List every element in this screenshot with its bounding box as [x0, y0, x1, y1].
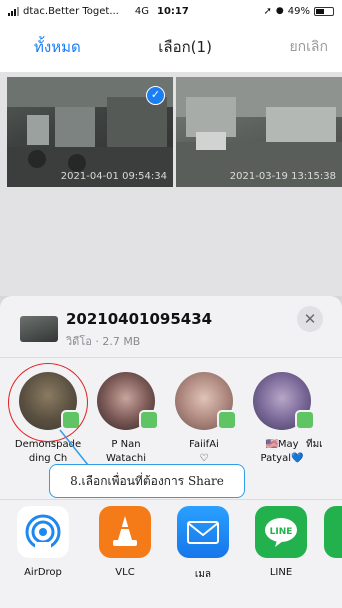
app-label: เมล	[194, 569, 212, 580]
annotation-callout: 8.เลือกเพื่อนที่ต้องการ Share	[49, 464, 245, 498]
airdrop-icon	[17, 506, 69, 558]
app-label: AirDrop	[24, 567, 62, 578]
app-label: LINE	[269, 567, 293, 578]
app-mail[interactable]: เมล	[168, 506, 238, 582]
app-airdrop[interactable]: AirDrop	[8, 506, 78, 578]
line-icon: LINE	[255, 506, 307, 558]
section-divider	[0, 499, 342, 500]
app-vlc[interactable]: VLC	[90, 506, 160, 578]
app-line[interactable]: LINE LINE	[246, 506, 316, 578]
svg-text:LINE: LINE	[270, 527, 293, 537]
vlc-cone-icon	[99, 506, 151, 558]
mail-icon	[177, 506, 229, 558]
app-partial[interactable]	[324, 506, 342, 558]
app-label: VLC	[115, 567, 135, 578]
app-icon	[324, 506, 342, 558]
